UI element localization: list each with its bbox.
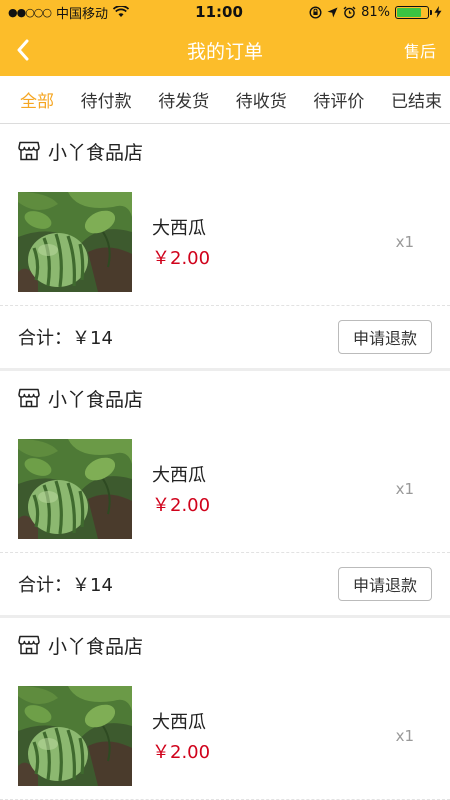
product-quantity: x1	[395, 232, 414, 251]
apply-refund-button[interactable]: 申请退款	[337, 320, 432, 354]
tab-pending-review[interactable]: 待评价	[313, 87, 364, 112]
product-image[interactable]	[18, 191, 132, 292]
shop-name[interactable]: 小丫食品店	[48, 138, 143, 165]
product-image[interactable]	[18, 438, 132, 539]
apply-refund-button[interactable]: 申请退款	[337, 567, 432, 601]
shop-header: 小丫食品店	[0, 618, 450, 672]
shop-header: 小丫食品店	[0, 124, 450, 178]
shop-name[interactable]: 小丫食品店	[48, 632, 143, 659]
status-time: 11:00	[195, 3, 243, 21]
order-total: 合计：￥14	[18, 328, 113, 349]
order-total: 合计：￥14	[18, 575, 113, 596]
product-name: 大西瓜	[152, 711, 206, 733]
wifi-icon	[113, 6, 130, 17]
product-row[interactable]: 大西瓜 ￥2.00 x1	[0, 178, 450, 306]
product-image[interactable]	[18, 685, 132, 786]
product-info: 大西瓜 ￥2.00	[152, 214, 396, 270]
order-card: 小丫食品店 大西瓜 ￥2.00 x1 合计：￥14 申请退款	[0, 371, 450, 618]
order-footer: 合计：￥14 申请退款	[0, 553, 450, 615]
nav-bar: 我的订单 售后	[0, 24, 450, 76]
store-icon	[18, 141, 40, 161]
carrier-name: 中国移动	[56, 6, 109, 22]
status-bar: ●●○○○ 中国移动 11:00 81%	[0, 0, 450, 24]
store-icon	[18, 388, 40, 408]
page-title: 我的订单	[186, 40, 263, 63]
tab-pending-receipt[interactable]: 待收货	[236, 87, 287, 112]
store-icon	[18, 635, 40, 655]
back-icon[interactable]	[16, 39, 38, 61]
signal-strength: ●●○○○	[8, 5, 52, 19]
shop-header: 小丫食品店	[0, 371, 450, 425]
product-quantity: x1	[395, 479, 414, 498]
battery-icon	[394, 5, 432, 19]
location-arrow-icon	[327, 7, 338, 17]
alarm-icon	[343, 6, 356, 18]
product-row[interactable]: 大西瓜 ￥2.00 x1	[0, 672, 450, 800]
battery-percent: 81%	[361, 4, 390, 20]
product-name: 大西瓜	[152, 217, 206, 239]
tab-pending-shipment[interactable]: 待发货	[158, 87, 209, 112]
tab-finished[interactable]: 已结束	[391, 87, 442, 112]
status-right: 81%	[309, 5, 442, 20]
product-price: ￥2.00	[152, 494, 211, 516]
after-sales-button[interactable]: 售后	[404, 38, 436, 62]
shop-name[interactable]: 小丫食品店	[48, 385, 143, 412]
product-info: 大西瓜 ￥2.00	[152, 461, 396, 517]
product-info: 大西瓜 ￥2.00	[152, 708, 396, 764]
rotation-lock-icon	[309, 5, 322, 19]
charging-bolt-icon	[434, 6, 442, 18]
order-card: 小丫食品店 大西瓜 ￥2.00 x1 合计：￥14 申请退款	[0, 124, 450, 371]
order-card: 小丫食品店 大西瓜 ￥2.00 x1	[0, 618, 450, 800]
product-name: 大西瓜	[152, 464, 206, 486]
tab-all[interactable]: 全部	[20, 87, 54, 112]
battery-level	[396, 7, 422, 17]
product-price: ￥2.00	[152, 741, 211, 763]
tab-pending-payment[interactable]: 待付款	[81, 87, 132, 112]
status-left: ●●○○○ 中国移动	[8, 3, 130, 22]
product-quantity: x1	[395, 726, 414, 745]
product-row[interactable]: 大西瓜 ￥2.00 x1	[0, 425, 450, 553]
order-status-tabs: 全部 待付款 待发货 待收货 待评价 已结束	[0, 76, 450, 124]
order-footer: 合计：￥14 申请退款	[0, 306, 450, 368]
product-price: ￥2.00	[152, 247, 211, 269]
